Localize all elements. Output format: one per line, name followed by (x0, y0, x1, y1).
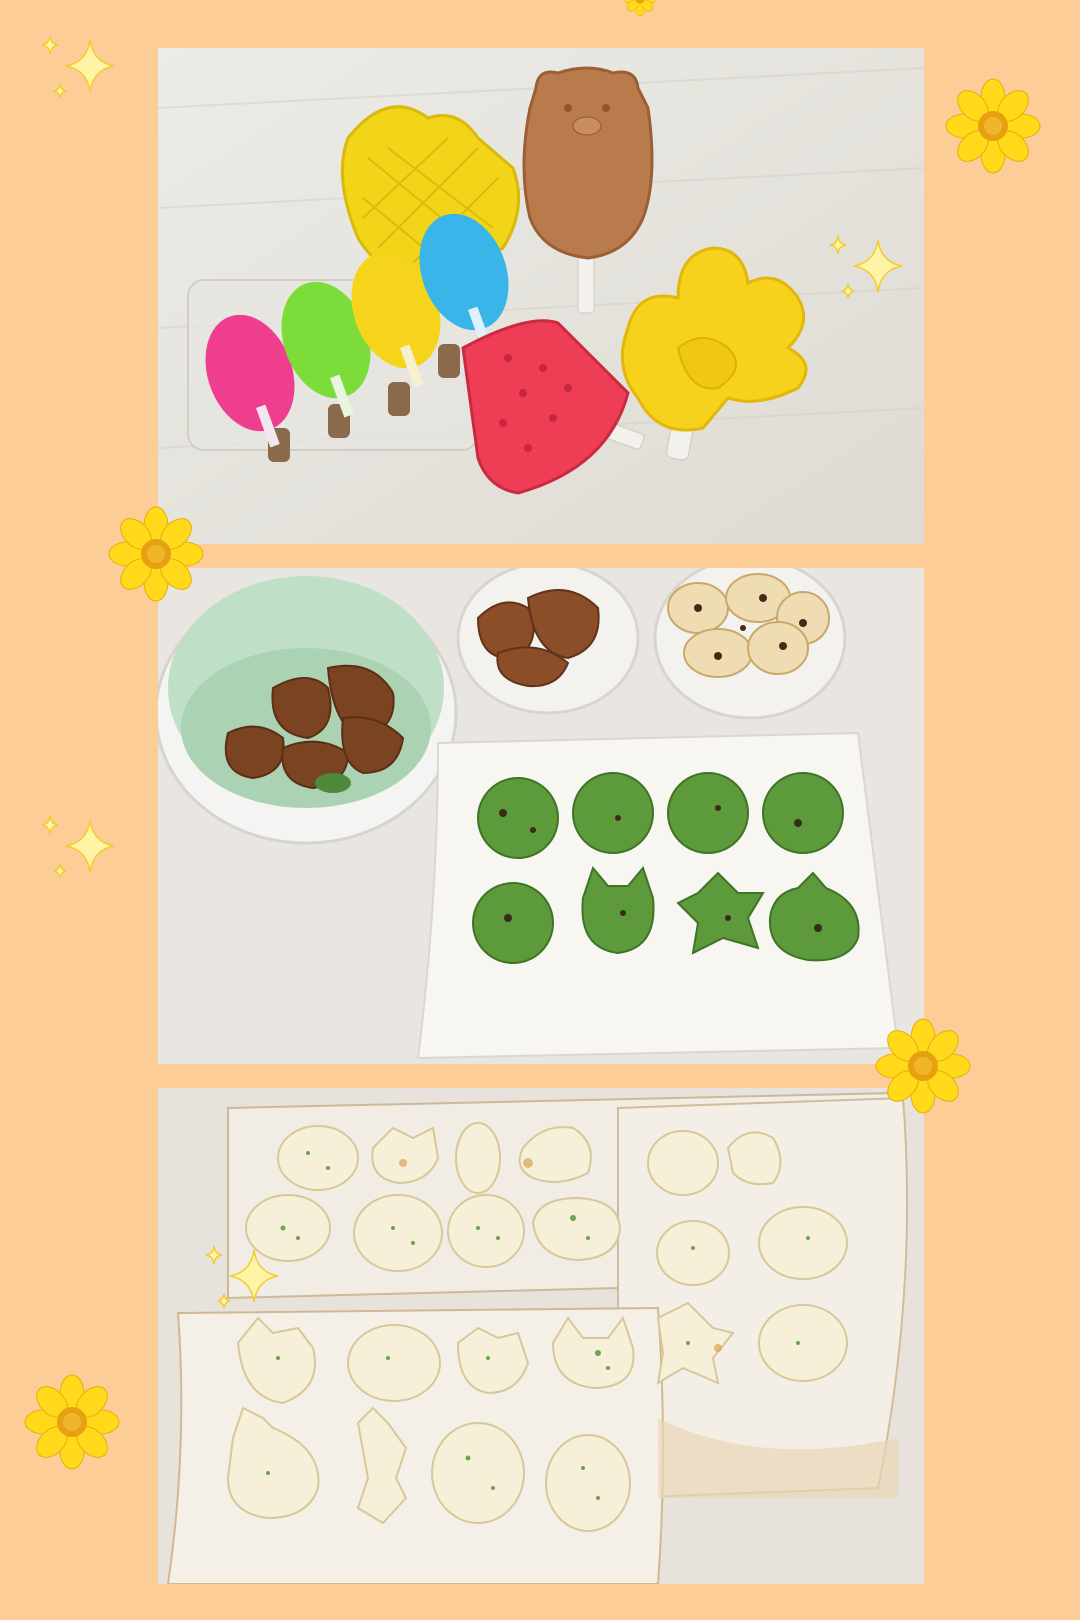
sparkle-icon (36, 812, 120, 886)
flower-icon (945, 78, 1041, 174)
flower-icon (605, 0, 675, 24)
green-bowl (158, 576, 458, 845)
popsicle-molds-scene (158, 48, 924, 544)
white-cookies-photo (158, 1088, 924, 1584)
flower-icon (24, 1374, 120, 1470)
brown-cookie-container (456, 568, 640, 715)
sparkle-icon (36, 32, 120, 106)
cookies-scene-1 (158, 568, 924, 1064)
white-cookie-container (653, 568, 847, 720)
cookies-scene-2 (158, 1088, 924, 1584)
brown-and-green-cookies-photo (158, 568, 924, 1064)
popsicle-molds-photo (158, 48, 924, 544)
